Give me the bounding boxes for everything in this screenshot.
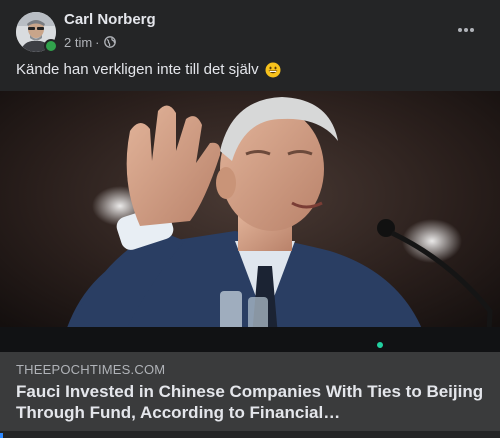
footer-accent [0,433,3,438]
post-time[interactable]: 2 tim [64,35,92,50]
link-domain: THEEPOCHTIMES.COM [16,362,166,377]
post-text-content: Kände han verkligen inte till det själv [16,61,259,78]
post-meta: 2 tim · [64,34,116,50]
meta-separator: · [95,34,100,50]
post-text: Kände han verkligen inte till det själv [16,60,476,80]
feed-post: Carl Norberg 2 tim · Kände han verkligen… [0,0,500,438]
globe-icon[interactable] [103,36,116,48]
post-footer-edge [0,431,500,438]
more-options-icon [458,28,474,32]
grinning-face-emoji [265,62,281,78]
post-header: Carl Norberg 2 tim · [0,0,500,58]
link-info[interactable]: THEEPOCHTIMES.COM Fauci Invested in Chin… [0,352,500,431]
more-options-button[interactable] [448,15,484,45]
link-preview-image[interactable] [0,91,500,352]
author-name[interactable]: Carl Norberg [64,11,156,28]
link-preview-card[interactable]: THEEPOCHTIMES.COM Fauci Invested in Chin… [0,91,500,431]
link-headline[interactable]: Fauci Invested in Chinese Companies With… [16,381,484,423]
online-status-dot [44,39,58,53]
